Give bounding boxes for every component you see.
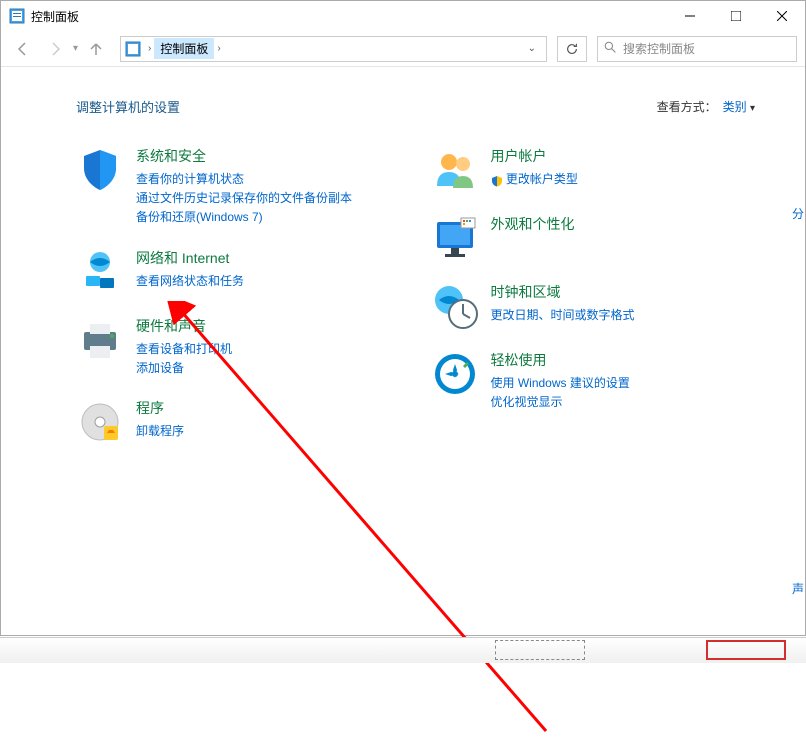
- close-button[interactable]: [759, 1, 805, 31]
- right-column: 用户帐户 更改帐户类型 外观和个性化: [431, 146, 756, 466]
- category-link[interactable]: 卸载程序: [136, 422, 401, 441]
- disc-icon: [76, 398, 124, 446]
- content-area: 调整计算机的设置 查看方式： 类别 ▾ 系统和安全 查看你的计算机状态 通过文件: [1, 67, 805, 486]
- category-link[interactable]: 更改日期、时间或数字格式: [491, 306, 756, 325]
- category-link[interactable]: 更改帐户类型: [491, 170, 756, 189]
- category-network: 网络和 Internet 查看网络状态和任务: [76, 248, 401, 296]
- breadcrumb[interactable]: › 控制面板 › ⌄: [120, 36, 547, 62]
- window-title: 控制面板: [31, 8, 667, 25]
- breadcrumb-dropdown-icon[interactable]: ⌄: [522, 43, 542, 54]
- search-input[interactable]: [623, 42, 790, 56]
- category-link[interactable]: 备份和还原(Windows 7): [136, 208, 401, 227]
- viewby: 查看方式： 类别 ▾: [657, 98, 755, 115]
- titlebar: 控制面板: [1, 1, 805, 31]
- maximize-button[interactable]: [713, 1, 759, 31]
- category-link[interactable]: 添加设备: [136, 359, 401, 378]
- minimize-button[interactable]: [667, 1, 713, 31]
- uac-shield-icon: [491, 174, 503, 186]
- network-icon: [76, 248, 124, 296]
- shield-icon: [76, 146, 124, 194]
- edge-partial-text: 分: [792, 205, 804, 222]
- up-button[interactable]: [82, 35, 110, 63]
- category-link[interactable]: 使用 Windows 建议的设置: [491, 374, 756, 393]
- printer-icon: [76, 316, 124, 364]
- category-link[interactable]: 查看你的计算机状态: [136, 170, 401, 189]
- category-title[interactable]: 用户帐户: [491, 146, 756, 166]
- partial-element: [495, 640, 585, 660]
- category-appearance: 外观和个性化: [431, 214, 756, 262]
- monitor-icon: [431, 214, 479, 262]
- chevron-right-icon[interactable]: ›: [214, 43, 223, 54]
- partial-highlight: [706, 640, 786, 660]
- clock-globe-icon: [431, 282, 479, 330]
- category-title[interactable]: 轻松使用: [491, 350, 756, 370]
- ease-of-access-icon: [431, 350, 479, 398]
- breadcrumb-icon: [125, 41, 141, 57]
- category-title[interactable]: 外观和个性化: [491, 214, 756, 234]
- left-column: 系统和安全 查看你的计算机状态 通过文件历史记录保存你的文件备份副本 备份和还原…: [76, 146, 401, 466]
- category-programs: 程序 卸载程序: [76, 398, 401, 446]
- users-icon: [431, 146, 479, 194]
- edge-partial-text: 声: [792, 580, 804, 597]
- category-ease-of-access: 轻松使用 使用 Windows 建议的设置 优化视觉显示: [431, 350, 756, 412]
- category-link[interactable]: 优化视觉显示: [491, 393, 756, 412]
- category-title[interactable]: 硬件和声音: [136, 316, 401, 336]
- category-user-accounts: 用户帐户 更改帐户类型: [431, 146, 756, 194]
- category-link[interactable]: 通过文件历史记录保存你的文件备份副本: [136, 189, 401, 208]
- category-clock-region: 时钟和区域 更改日期、时间或数字格式: [431, 282, 756, 330]
- chevron-down-icon: ▾: [750, 103, 755, 114]
- category-system-security: 系统和安全 查看你的计算机状态 通过文件历史记录保存你的文件备份副本 备份和还原…: [76, 146, 401, 228]
- breadcrumb-current[interactable]: 控制面板: [154, 38, 214, 59]
- category-title[interactable]: 时钟和区域: [491, 282, 756, 302]
- category-hardware-sound: 硬件和声音 查看设备和打印机 添加设备: [76, 316, 401, 378]
- navbar: ▾ › 控制面板 › ⌄: [1, 31, 805, 67]
- viewby-label: 查看方式：: [657, 98, 717, 115]
- category-title[interactable]: 网络和 Internet: [136, 248, 401, 268]
- search-icon: [604, 41, 617, 57]
- control-panel-window: 控制面板 ▾ › 控制面板 › ⌄: [0, 0, 806, 636]
- control-panel-icon: [9, 8, 25, 24]
- category-title[interactable]: 系统和安全: [136, 146, 401, 166]
- chevron-right-icon[interactable]: ›: [145, 43, 154, 54]
- recent-chevron-icon[interactable]: ▾: [73, 43, 78, 54]
- category-link[interactable]: 查看网络状态和任务: [136, 272, 401, 291]
- page-heading: 调整计算机的设置: [76, 97, 180, 116]
- back-button[interactable]: [9, 35, 37, 63]
- category-link[interactable]: 查看设备和打印机: [136, 340, 401, 359]
- category-title[interactable]: 程序: [136, 398, 401, 418]
- refresh-button[interactable]: [557, 36, 587, 62]
- viewby-dropdown[interactable]: 类别 ▾: [723, 98, 755, 115]
- forward-button[interactable]: [41, 35, 69, 63]
- bottom-strip: [0, 637, 806, 663]
- searchbox[interactable]: [597, 36, 797, 62]
